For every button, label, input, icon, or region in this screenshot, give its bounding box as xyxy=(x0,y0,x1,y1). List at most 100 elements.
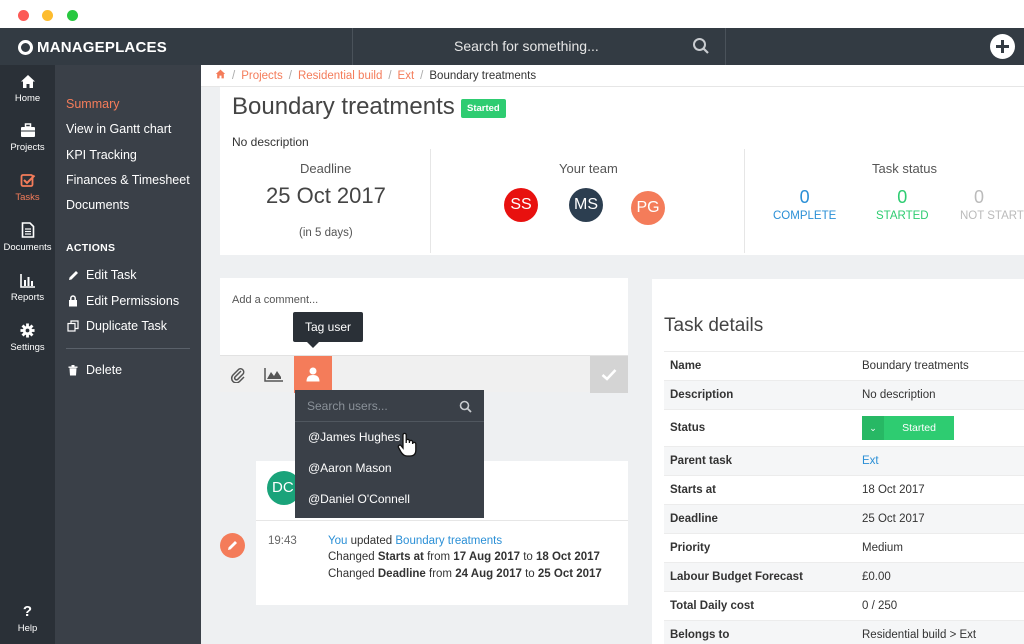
detail-row: Deadline 25 Oct 2017 xyxy=(664,504,1024,533)
chart-button[interactable] xyxy=(256,356,292,393)
activity-text: from xyxy=(423,551,454,563)
detail-label: Deadline xyxy=(670,513,718,525)
user-icon xyxy=(306,367,320,382)
action-label: Duplicate Task xyxy=(86,319,168,333)
rail-item-projects[interactable]: Projects xyxy=(0,123,55,153)
activity-new-value: 25 Oct 2017 xyxy=(537,568,602,580)
gear-icon xyxy=(20,323,35,338)
detail-row: Parent task Ext xyxy=(664,446,1024,475)
rail-label: Tasks xyxy=(15,192,40,203)
stat-not-started[interactable]: 0 NOT STARTED xyxy=(960,187,1024,222)
app-window: MANAGEPLACES Search for something... Hom… xyxy=(0,0,1024,644)
question-icon: ? xyxy=(22,603,33,620)
breadcrumb-residential-build[interactable]: Residential build xyxy=(298,70,382,82)
status-badge: Started xyxy=(461,99,506,118)
user-search-input[interactable]: Search users... xyxy=(295,390,484,422)
avatar[interactable]: PG xyxy=(631,191,665,225)
user-option[interactable]: @James Hughes xyxy=(308,430,400,444)
main-content: / Projects / Residential build / Ext / B… xyxy=(201,65,1024,644)
activity-text: to xyxy=(521,568,538,580)
stat-complete[interactable]: 0 COMPLETE xyxy=(773,187,836,222)
comment-toolbar xyxy=(220,355,628,393)
edit-permissions-button[interactable]: Edit Permissions xyxy=(66,294,179,308)
task-submenu: Summary View in Gantt chart KPI Tracking… xyxy=(55,65,201,644)
task-details-title: Task details xyxy=(664,315,764,336)
chevron-down-icon: ⌄ xyxy=(862,416,884,440)
detail-row: Name Boundary treatments xyxy=(664,351,1024,380)
detail-row: Belongs to Residential build > Ext xyxy=(664,620,1024,644)
global-search-input[interactable]: Search for something... xyxy=(454,38,599,54)
parent-task-link[interactable]: Ext xyxy=(862,455,879,467)
detail-label: Priority xyxy=(670,542,711,554)
icon-rail: Home Projects Tasks Documents Reports Se… xyxy=(0,65,55,644)
add-new-button[interactable] xyxy=(990,34,1015,59)
activity-actor-link[interactable]: You xyxy=(328,535,347,547)
actions-heading: ACTIONS xyxy=(66,242,116,254)
copy-icon xyxy=(66,320,80,332)
detail-label: Name xyxy=(670,360,702,372)
detail-label: Belongs to xyxy=(670,629,730,641)
divider xyxy=(352,28,353,65)
detail-label: Starts at xyxy=(670,484,717,496)
delete-task-button[interactable]: Delete xyxy=(66,363,122,377)
rail-item-tasks[interactable]: Tasks xyxy=(0,173,55,203)
status-dropdown[interactable]: ⌄ Started xyxy=(862,416,954,440)
submenu-gantt-chart[interactable]: View in Gantt chart xyxy=(66,122,171,136)
app-logo[interactable]: MANAGEPLACES xyxy=(18,36,167,58)
rail-item-help[interactable]: ? Help xyxy=(0,603,55,634)
breadcrumb-projects[interactable]: Projects xyxy=(241,70,283,82)
attach-button[interactable] xyxy=(220,356,256,393)
submit-comment-button[interactable] xyxy=(590,356,628,393)
activity-text: to xyxy=(520,551,536,563)
checkmark-icon xyxy=(601,369,617,381)
submenu-documents[interactable]: Documents xyxy=(66,198,129,212)
detail-label: Parent task xyxy=(670,455,733,467)
pencil-icon xyxy=(228,541,237,550)
rail-item-reports[interactable]: Reports xyxy=(0,273,55,303)
submenu-kpi-tracking[interactable]: KPI Tracking xyxy=(66,148,137,162)
minimize-window-button[interactable] xyxy=(42,10,53,21)
stat-started[interactable]: 0 STARTED xyxy=(876,187,929,222)
tag-user-dropdown: Search users... @James Hughes @Aaron Mas… xyxy=(295,390,484,518)
close-window-button[interactable] xyxy=(18,10,29,21)
comment-box: Add a comment... xyxy=(220,278,628,393)
rail-item-documents[interactable]: Documents xyxy=(0,222,55,253)
detail-row: Description No description xyxy=(664,380,1024,409)
avatar[interactable]: SS xyxy=(504,188,538,222)
rail-label: Home xyxy=(14,93,41,104)
briefcase-icon xyxy=(20,123,35,137)
divider xyxy=(66,348,190,349)
detail-label: Description xyxy=(670,389,734,401)
logo-ring-icon xyxy=(18,39,33,55)
rail-label: Documents xyxy=(3,242,52,253)
rail-item-home[interactable]: Home xyxy=(0,74,55,104)
submenu-finances[interactable]: Finances & Timesheet xyxy=(66,173,190,187)
submenu-summary[interactable]: Summary xyxy=(66,97,119,111)
detail-value: Residential build > Ext xyxy=(862,629,977,641)
breadcrumb-ext[interactable]: Ext xyxy=(398,70,415,82)
search-icon[interactable] xyxy=(692,37,710,60)
comment-input[interactable]: Add a comment... xyxy=(232,294,318,306)
activity-field: Starts at xyxy=(377,551,424,563)
activity-target-link[interactable]: Boundary treatments xyxy=(395,535,502,547)
detail-label: Total Daily cost xyxy=(670,600,755,612)
detail-value: 0 / 250 xyxy=(862,600,898,612)
search-icon xyxy=(459,400,472,418)
deadline-label: Deadline xyxy=(300,161,352,176)
breadcrumb-separator: / xyxy=(420,69,424,82)
deadline-remaining: (in 5 days) xyxy=(299,227,353,239)
maximize-window-button[interactable] xyxy=(67,10,78,21)
divider xyxy=(256,520,628,521)
duplicate-task-button[interactable]: Duplicate Task xyxy=(66,319,167,333)
tag-user-button[interactable] xyxy=(294,356,332,393)
rail-item-settings[interactable]: Settings xyxy=(0,323,55,353)
hand-cursor-icon xyxy=(397,432,419,463)
home-icon[interactable] xyxy=(215,69,226,82)
user-option[interactable]: @Aaron Mason xyxy=(308,461,392,475)
edit-task-button[interactable]: Edit Task xyxy=(66,268,137,282)
detail-row: Starts at 18 Oct 2017 xyxy=(664,475,1024,504)
tag-user-tooltip: Tag user xyxy=(293,312,364,348)
activity-old-value: 24 Aug 2017 xyxy=(455,568,522,580)
user-option[interactable]: @Daniel O'Connell xyxy=(308,492,410,506)
avatar[interactable]: MS xyxy=(569,188,603,222)
